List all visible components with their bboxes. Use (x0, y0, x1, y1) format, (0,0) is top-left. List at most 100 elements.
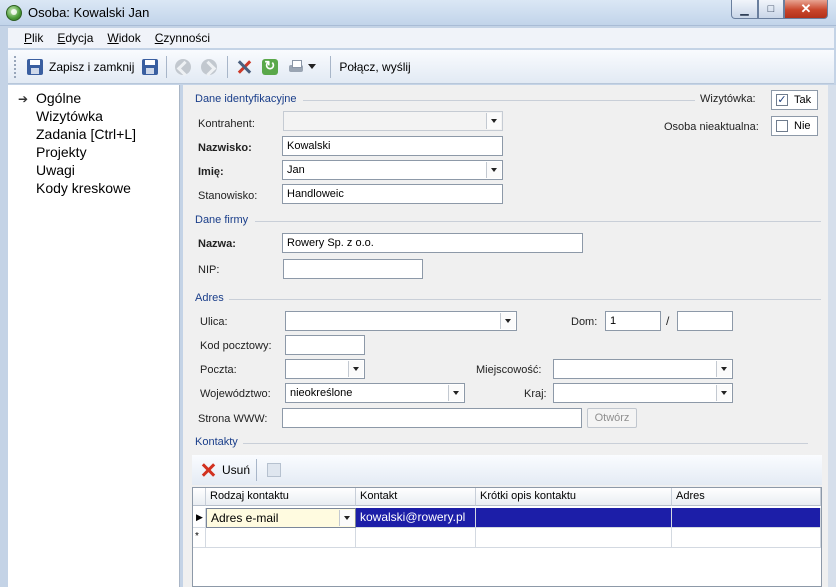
chevron-down-icon[interactable] (500, 313, 515, 329)
save-icon (142, 58, 159, 75)
section-title-kontakty: Kontakty (195, 436, 238, 448)
forward-button[interactable] (197, 55, 223, 79)
nav-item-zadania[interactable]: Zadania [Ctrl+L] (36, 126, 136, 142)
rodzaj-value: Adres e-mail (211, 511, 279, 525)
vertical-scrollbar[interactable] (828, 85, 836, 587)
kontrahent-select[interactable] (283, 111, 503, 131)
otworz-button[interactable]: Otwórz (587, 408, 637, 428)
checkbox-empty-icon (776, 120, 788, 132)
dom-input[interactable]: 1 (605, 311, 661, 331)
adres-cell[interactable] (672, 508, 821, 528)
nip-input[interactable] (283, 259, 423, 279)
imie-label: Imię: (198, 166, 224, 178)
kraj-select[interactable] (553, 383, 733, 403)
nazwisko-label: Nazwisko: (198, 142, 252, 154)
www-label: Strona WWW: (198, 413, 268, 425)
new-row-marker: * (193, 528, 206, 548)
chevron-down-icon[interactable] (716, 385, 731, 401)
column-header-adres[interactable]: Adres (672, 488, 821, 506)
poczta-label: Poczta: (200, 364, 237, 376)
ulica-select[interactable] (285, 311, 517, 331)
maximize-button[interactable]: □ (758, 0, 784, 19)
column-header-rodzaj[interactable]: Rodzaj kontaktu (206, 488, 356, 506)
lokal-input[interactable] (677, 311, 733, 331)
save-button[interactable] (138, 55, 162, 79)
close-button[interactable]: ✕ (784, 0, 828, 19)
nazwa-label: Nazwa: (198, 238, 236, 250)
connect-send-button[interactable]: Połącz, wyślij (335, 55, 414, 79)
menu-bar: Plik Edycja Widok Czynności (8, 28, 834, 48)
menu-widok[interactable]: Widok (107, 31, 140, 45)
wojewodztwo-value: nieokreślone (290, 387, 353, 399)
new-opis-cell[interactable] (476, 528, 672, 548)
kontakty-toolbar: Usuń (192, 455, 822, 485)
chevron-down-icon[interactable] (339, 510, 354, 526)
window-title: Osoba: Kowalski Jan (28, 5, 150, 20)
save-close-label: Zapisz i zamknij (49, 59, 135, 74)
kod-pocztowy-input[interactable] (285, 335, 365, 355)
section-title-ident: Dane identyfikacyjne (195, 93, 297, 105)
edit-icon[interactable] (267, 463, 282, 477)
section-divider (243, 443, 808, 444)
chevron-down-icon[interactable] (448, 385, 463, 401)
wizytowka-value: Tak (794, 94, 812, 106)
refresh-button[interactable] (258, 55, 284, 79)
new-rodzaj-cell[interactable] (206, 528, 356, 548)
miejscowosc-select[interactable] (553, 359, 733, 379)
dom-label: Dom: (571, 316, 598, 328)
wizytowka-label: Wizytówka: (700, 93, 756, 105)
back-button[interactable] (171, 55, 197, 79)
chevron-down-icon[interactable] (486, 113, 501, 129)
imie-select[interactable]: Jan (282, 160, 503, 180)
nav-item-kody-kreskowe[interactable]: Kody kreskowe (36, 180, 131, 196)
nav-item-uwagi[interactable]: Uwagi (36, 162, 75, 178)
menu-czynnosci[interactable]: Czynności (155, 31, 210, 45)
nav-item-wizytowka[interactable]: Wizytówka (36, 108, 103, 124)
table-row[interactable]: ▶ Adres e-mail kowalski@rowery.pl (193, 508, 821, 528)
chevron-down-icon[interactable] (348, 361, 363, 377)
app-icon (6, 5, 22, 21)
kod-label: Kod pocztowy: (200, 340, 272, 352)
chevron-down-icon[interactable] (486, 162, 501, 178)
delete-icon (200, 462, 216, 478)
opis-cell[interactable] (476, 508, 672, 528)
save-close-button[interactable]: Zapisz i zamknij (23, 55, 138, 79)
nazwisko-input[interactable]: Kowalski (282, 136, 503, 156)
new-adres-cell[interactable] (672, 528, 821, 548)
ulica-label: Ulica: (200, 316, 228, 328)
usun-button[interactable]: Usuń (222, 463, 250, 477)
toolbar: Zapisz i zamknij Połącz, wyślij (8, 50, 834, 84)
toolbar-grip[interactable] (14, 55, 17, 78)
chevron-down-icon[interactable] (716, 361, 731, 377)
wojewodztwo-select[interactable]: nieokreślone (285, 383, 465, 403)
table-row-new[interactable]: * (193, 528, 821, 548)
kontakty-grid: Rodzaj kontaktu Kontakt Krótki opis kont… (192, 487, 822, 587)
rodzaj-cell[interactable]: Adres e-mail (206, 508, 356, 528)
minimize-button[interactable]: ▁ (731, 0, 758, 19)
nieaktualna-checkbox[interactable]: Nie (771, 116, 818, 136)
stanowisko-input[interactable]: Handloweic (282, 184, 503, 204)
wizytowka-checkbox[interactable]: ✓ Tak (771, 90, 818, 110)
poczta-select[interactable] (285, 359, 365, 379)
nav-item-projekty[interactable]: Projekty (36, 144, 87, 160)
nieaktualna-label: Osoba nieaktualna: (664, 121, 759, 133)
menu-plik[interactable]: Plik (24, 31, 43, 45)
title-bar: Osoba: Kowalski Jan ▁ □ ✕ (0, 0, 836, 26)
imie-value: Jan (287, 164, 305, 176)
wojewodztwo-label: Województwo: (200, 388, 271, 400)
kontakt-cell[interactable]: kowalski@rowery.pl (356, 508, 476, 528)
new-kontakt-cell[interactable] (356, 528, 476, 548)
chevron-down-icon (308, 64, 317, 69)
nazwa-input[interactable]: Rowery Sp. z o.o. (282, 233, 583, 253)
nip-label: NIP: (198, 264, 220, 276)
menu-edycja[interactable]: Edycja (57, 31, 93, 45)
tools-button[interactable] (232, 55, 258, 79)
left-nav: ➔ Ogólne Wizytówka Zadania [Ctrl+L] Proj… (8, 85, 180, 587)
column-header-kontakt[interactable]: Kontakt (356, 488, 476, 506)
current-item-arrow-icon: ➔ (18, 92, 29, 106)
floppy-icon (27, 58, 43, 75)
column-header-opis[interactable]: Krótki opis kontaktu (476, 488, 672, 506)
print-button[interactable] (284, 55, 326, 79)
nav-item-ogolne[interactable]: Ogólne (36, 90, 81, 106)
www-input[interactable] (282, 408, 582, 428)
